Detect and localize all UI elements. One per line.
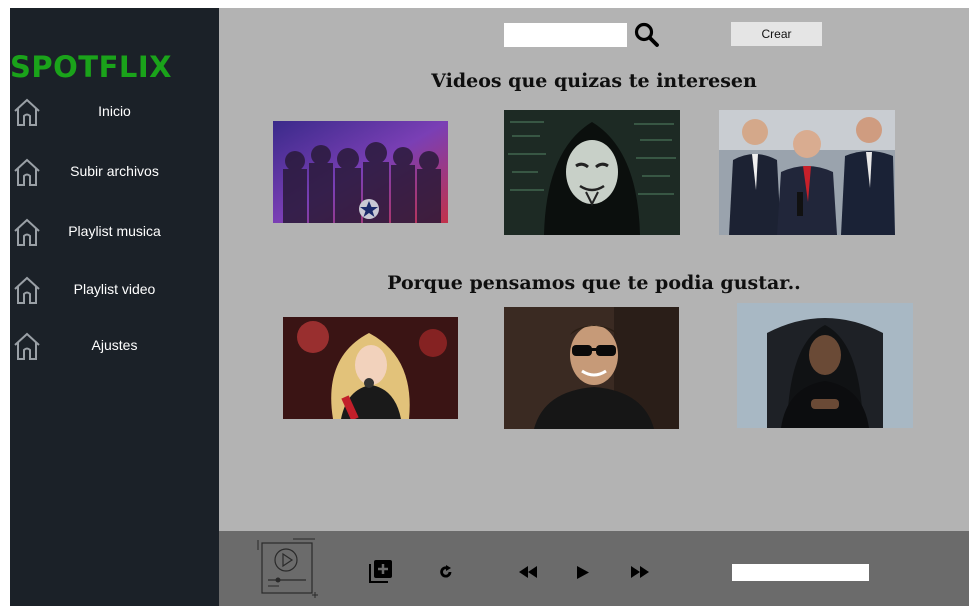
repeat-icon[interactable] — [439, 565, 453, 579]
sidebar-item-label: Playlist video — [73, 281, 156, 297]
politicians-press-image — [719, 110, 895, 235]
sidebar-item-subir-archivos[interactable]: Subir archivos — [10, 154, 219, 190]
sidebar-item-label: Inicio — [98, 103, 131, 119]
main-content: Crear Videos que quizas te interesen Por… — [219, 8, 969, 531]
anonymous-hacker-image — [504, 110, 680, 235]
marc-anthony-image — [504, 307, 679, 429]
video-thumbnail[interactable] — [504, 110, 680, 235]
video-thumbnail[interactable] — [719, 110, 895, 235]
snoop-dogg-image — [737, 303, 913, 428]
sidebar-item-label: Playlist musica — [68, 223, 161, 239]
play-icon[interactable] — [577, 566, 589, 579]
rewind-icon[interactable] — [519, 566, 537, 578]
madonna-concert-image — [283, 317, 458, 419]
sidebar-item-playlist-musica[interactable]: Playlist musica — [10, 214, 219, 250]
video-thumbnail[interactable] — [737, 303, 913, 428]
add-to-playlist-icon[interactable] — [369, 559, 393, 583]
player-bar — [219, 531, 969, 606]
video-thumbnail[interactable] — [283, 317, 458, 419]
search-input[interactable] — [504, 23, 627, 47]
create-button[interactable]: Crear — [731, 22, 822, 46]
sidebar-item-inicio[interactable]: Inicio — [10, 94, 219, 130]
section-title-suggestions: Porque pensamos que te podia gustar.. — [387, 272, 801, 294]
video-thumbnail[interactable] — [273, 121, 448, 223]
sidebar-item-ajustes[interactable]: Ajustes — [10, 328, 219, 364]
sidebar-item-label: Ajustes — [91, 337, 138, 353]
track-text-field[interactable] — [732, 564, 869, 581]
sidebar: SPOTFLIX Inicio Subir archivos Playlist … — [10, 8, 219, 606]
video-player-icon[interactable] — [255, 536, 319, 600]
app-logo: SPOTFLIX — [10, 50, 173, 84]
section-title-recommended-videos: Videos que quizas te interesen — [431, 70, 757, 92]
sidebar-item-label: Subir archivos — [70, 163, 159, 179]
sidebar-item-playlist-video[interactable]: Playlist video — [10, 272, 219, 308]
avengers-poster-image — [273, 121, 448, 223]
app-window: SPOTFLIX Inicio Subir archivos Playlist … — [10, 8, 969, 606]
search-icon[interactable] — [634, 22, 660, 48]
fast-forward-icon[interactable] — [631, 566, 649, 578]
video-thumbnail[interactable] — [504, 307, 679, 429]
